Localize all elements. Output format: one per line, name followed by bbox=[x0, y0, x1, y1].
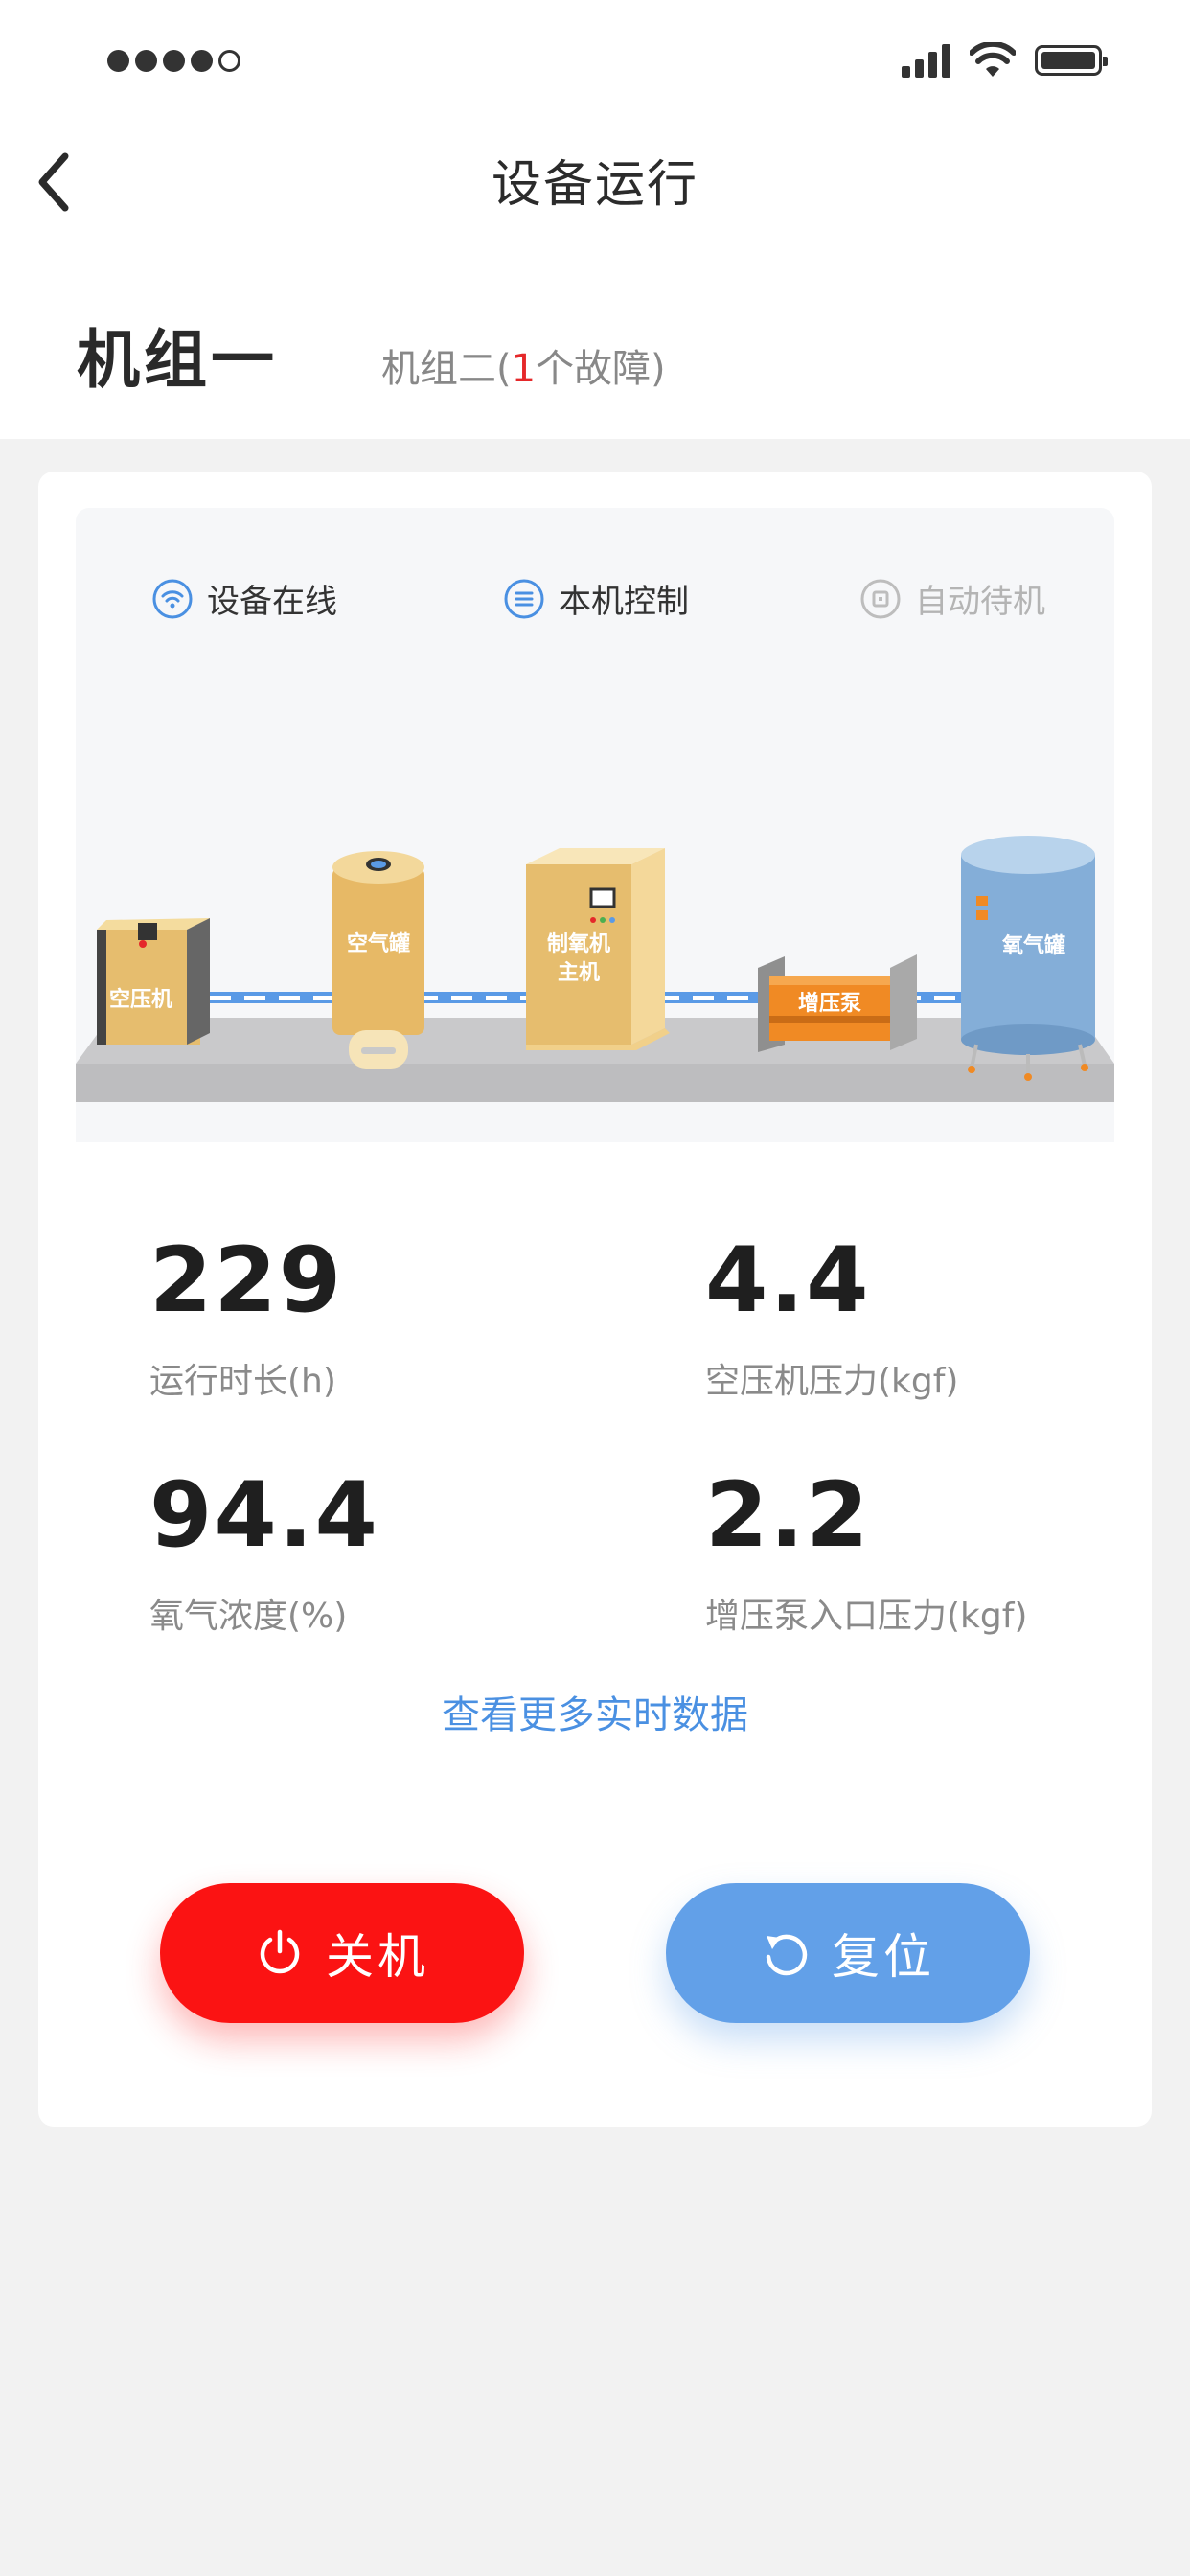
tab-unit-two[interactable]: 机组二(1个故障) bbox=[381, 337, 666, 393]
status-icons bbox=[902, 42, 1108, 79]
air-compressor bbox=[97, 918, 210, 1045]
carrier-signal-dots bbox=[107, 50, 240, 72]
label-air-compressor: 空压机 bbox=[109, 987, 172, 1012]
fault-count: 1 bbox=[511, 347, 537, 391]
reset-button[interactable]: 复位 bbox=[666, 1883, 1030, 2023]
cell-signal-icon bbox=[902, 43, 950, 78]
tab-unit-two-prefix: 机组二( bbox=[381, 347, 512, 391]
label-air-tank: 空气罐 bbox=[347, 932, 410, 956]
equipment-illustration: 设备在线 本机控制 自动待机 空压机 空气罐 制氧机 主机 增压泵 氧气罐 bbox=[76, 508, 1114, 1142]
shutdown-button[interactable]: 关机 bbox=[160, 1883, 524, 2023]
label-oxygen-host-line1: 制氧机 bbox=[547, 932, 610, 956]
battery-icon bbox=[1035, 45, 1108, 76]
label-booster-pump: 增压泵 bbox=[798, 991, 861, 1016]
label-oxygen-tank: 氧气罐 bbox=[1001, 933, 1065, 958]
device-card: 设备在线 本机控制 自动待机 空压机 空气罐 制氧机 主机 增压泵 氧气罐 22… bbox=[38, 472, 1152, 2127]
power-icon bbox=[260, 1929, 300, 1974]
stat-oxygen-concentration-value: 94.4 bbox=[149, 1463, 379, 1568]
tab-unit-two-suffix: 个故障) bbox=[536, 347, 666, 391]
oxygen-tank bbox=[961, 836, 1095, 1081]
reset-button-label: 复位 bbox=[832, 1929, 935, 1985]
more-realtime-data-link[interactable]: 查看更多实时数据 bbox=[38, 1684, 1152, 1739]
stat-runtime-value: 229 bbox=[149, 1229, 344, 1333]
wifi-icon bbox=[970, 42, 1016, 77]
label-oxygen-host-line2: 主机 bbox=[558, 961, 600, 985]
stat-booster-inlet-pressure-label: 增压泵入口压力(kgf) bbox=[705, 1597, 1028, 1636]
stat-booster-inlet-pressure-value: 2.2 bbox=[705, 1463, 871, 1568]
stat-runtime-label: 运行时长(h) bbox=[149, 1362, 336, 1401]
shutdown-button-label: 关机 bbox=[326, 1929, 429, 1985]
equipment-scene: 空压机 空气罐 制氧机 主机 增压泵 氧气罐 bbox=[76, 836, 1114, 1102]
stat-compressor-pressure-label: 空压机压力(kgf) bbox=[705, 1362, 959, 1401]
rotate-ccw-icon bbox=[766, 1934, 808, 1976]
header-area: 设备运行 机组一 机组二(1个故障) bbox=[0, 0, 1190, 439]
tab-unit-one[interactable]: 机组一 bbox=[77, 309, 278, 401]
stat-oxygen-concentration-label: 氧气浓度(%) bbox=[149, 1597, 348, 1636]
page-title: 设备运行 bbox=[491, 156, 698, 214]
stat-compressor-pressure-value: 4.4 bbox=[705, 1229, 871, 1333]
